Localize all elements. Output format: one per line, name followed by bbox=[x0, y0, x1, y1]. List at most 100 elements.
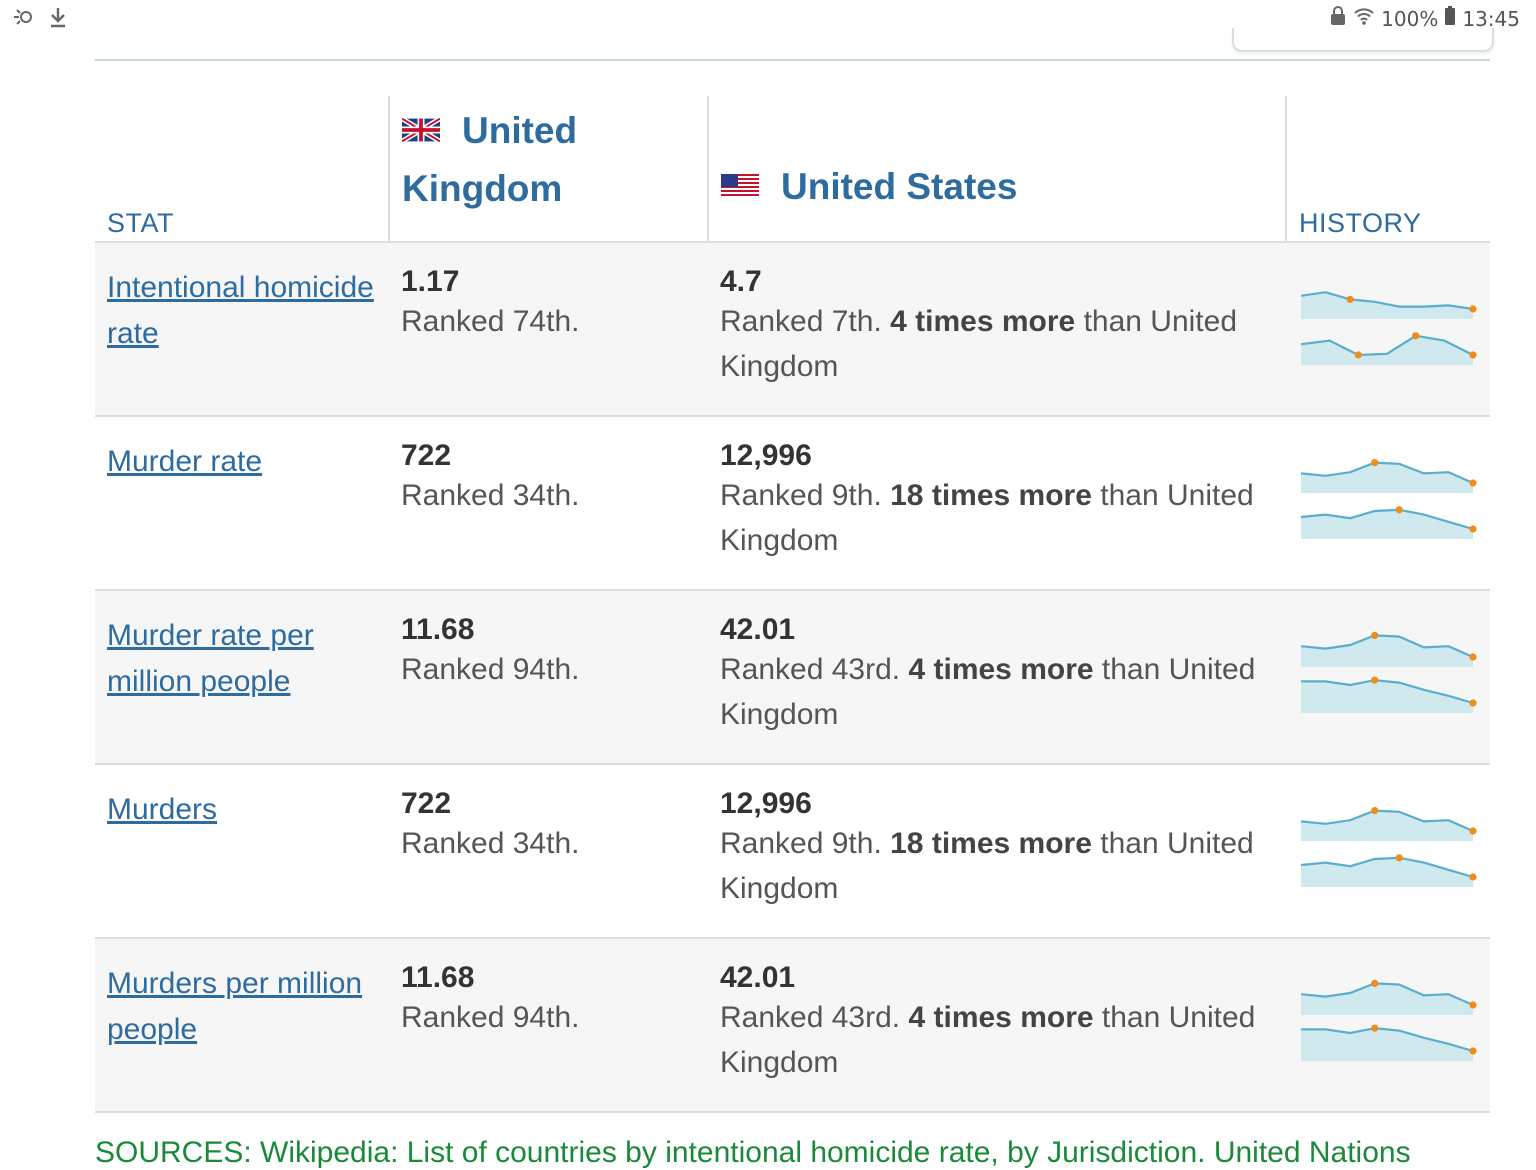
stat-link[interactable]: Murder rate per million people bbox=[107, 619, 314, 698]
country-a-value: 722 bbox=[401, 787, 452, 820]
country-b-rank-line: Ranked 43rd. 4 times more than United Ki… bbox=[720, 647, 1274, 737]
sparkline-point bbox=[1469, 699, 1477, 707]
sparkline-point bbox=[1469, 873, 1477, 881]
history-cell[interactable] bbox=[1286, 590, 1490, 765]
sparkline-point bbox=[1469, 1001, 1477, 1009]
sparkline-area bbox=[1301, 810, 1473, 841]
history-cell[interactable] bbox=[1286, 416, 1490, 591]
table-header-row: STAT United Kingdom United States HISTOR… bbox=[95, 96, 1490, 243]
country-a-cell: 11.68 Ranked 94th. bbox=[389, 590, 708, 765]
comparison-emphasis: 4 times more bbox=[908, 653, 1094, 686]
country-b-rank: Ranked 43rd. bbox=[720, 1001, 901, 1034]
stat-cell: Murder rate bbox=[95, 416, 389, 591]
sparkline-country-a[interactable] bbox=[1300, 455, 1478, 493]
header-country-b[interactable]: United States bbox=[707, 96, 1286, 243]
country-a-value: 11.68 bbox=[401, 961, 475, 994]
sparkline-svg bbox=[1301, 1024, 1477, 1061]
download-icon bbox=[48, 6, 68, 33]
clock: 13:45 bbox=[1462, 6, 1520, 31]
country-b-rank-line: Ranked 9th. 18 times more than United Ki… bbox=[720, 473, 1274, 563]
history-cell[interactable] bbox=[1286, 938, 1490, 1113]
sparkline-country-b[interactable] bbox=[1300, 501, 1478, 539]
table-row: Murder rate 722 Ranked 34th. 12,996 Rank… bbox=[95, 416, 1490, 591]
country-b-cell: 12,996 Ranked 9th. 18 times more than Un… bbox=[708, 764, 1286, 939]
sparkline-point bbox=[1346, 295, 1354, 303]
battery-level: 100% bbox=[1381, 6, 1439, 31]
country-a-rank: Ranked 74th. bbox=[401, 305, 580, 338]
header-stat: STAT bbox=[95, 96, 389, 243]
sparkline-country-a[interactable] bbox=[1300, 281, 1478, 319]
sparkline-point bbox=[1469, 305, 1477, 313]
sparkline-point bbox=[1371, 807, 1379, 815]
sparkline-svg bbox=[1300, 807, 1477, 841]
sparkline-svg bbox=[1300, 332, 1477, 365]
country-a-rank: Ranked 34th. bbox=[401, 479, 580, 512]
sources-line[interactable]: SOURCES: Wikipedia: List of countries by… bbox=[95, 1136, 1411, 1170]
us-flag-icon bbox=[721, 158, 759, 214]
sparkline-svg bbox=[1300, 459, 1477, 493]
country-b-cell: 42.01 Ranked 43rd. 4 times more than Uni… bbox=[708, 590, 1286, 765]
sparkline-point bbox=[1371, 676, 1379, 684]
stat-link[interactable]: Murders bbox=[107, 793, 217, 826]
country-b-value: 12,996 bbox=[720, 439, 812, 472]
sparkline-point bbox=[1469, 525, 1477, 533]
sparkline-country-a[interactable] bbox=[1300, 803, 1478, 841]
country-a-cell: 722 Ranked 34th. bbox=[389, 764, 708, 939]
country-b-cell: 12,996 Ranked 9th. 18 times more than Un… bbox=[708, 416, 1286, 591]
sparkline-point bbox=[1469, 1047, 1477, 1055]
country-b-rank-line: Ranked 7th. 4 times more than United Kin… bbox=[720, 299, 1274, 389]
sparkline-area bbox=[1301, 462, 1473, 493]
sparkline-country-b[interactable] bbox=[1300, 327, 1478, 365]
comparison-table: STAT United Kingdom United States HISTOR… bbox=[95, 96, 1490, 1113]
sparkline-area bbox=[1301, 635, 1473, 667]
sparkline-country-b[interactable] bbox=[1300, 849, 1478, 887]
history-cell[interactable] bbox=[1286, 242, 1490, 417]
sparkline-svg bbox=[1300, 631, 1477, 667]
sparkline-country-a[interactable] bbox=[1300, 977, 1478, 1015]
stat-cell: Murders bbox=[95, 764, 389, 939]
comparison-emphasis: 4 times more bbox=[890, 305, 1076, 338]
sparkline-point bbox=[1371, 631, 1379, 639]
stat-cell: Intentional homicide rate bbox=[95, 242, 389, 417]
stat-cell: Murders per million people bbox=[95, 938, 389, 1113]
floating-card-edge bbox=[1232, 28, 1494, 52]
country-a-value: 722 bbox=[401, 439, 452, 472]
country-a-rank: Ranked 94th. bbox=[401, 1001, 580, 1034]
comparison-emphasis: 18 times more bbox=[890, 479, 1092, 512]
sparkline-country-b[interactable] bbox=[1300, 675, 1478, 713]
country-b-name: United States bbox=[781, 165, 1018, 207]
sparkline-point bbox=[1469, 653, 1477, 661]
section-divider bbox=[95, 59, 1490, 61]
sparkline-point bbox=[1412, 332, 1420, 340]
table-row: Murders 722 Ranked 34th. 12,996 Ranked 9… bbox=[95, 764, 1490, 939]
sparkline-point bbox=[1371, 979, 1379, 987]
country-b-rank: Ranked 7th. bbox=[720, 305, 882, 338]
sparkline-point bbox=[1371, 1024, 1379, 1032]
country-b-rank-line: Ranked 9th. 18 times more than United Ki… bbox=[720, 821, 1274, 911]
sparkline-point bbox=[1395, 854, 1403, 862]
stat-link[interactable]: Intentional homicide rate bbox=[107, 271, 374, 350]
sparkline-point bbox=[1354, 351, 1362, 359]
sparkline-point bbox=[1469, 479, 1477, 487]
country-a-value: 1.17 bbox=[401, 265, 460, 298]
country-b-value: 12,996 bbox=[720, 787, 812, 820]
sparkline-country-a[interactable] bbox=[1300, 629, 1478, 667]
stat-link[interactable]: Murders per million people bbox=[107, 967, 362, 1046]
sparkline-point bbox=[1395, 506, 1403, 514]
country-b-value: 42.01 bbox=[720, 961, 796, 994]
sparkline-point bbox=[1469, 827, 1477, 835]
table-row: Intentional homicide rate 1.17 Ranked 74… bbox=[95, 242, 1490, 417]
stat-cell: Murder rate per million people bbox=[95, 590, 389, 765]
sparkline-svg bbox=[1300, 979, 1477, 1015]
stat-link[interactable]: Murder rate bbox=[107, 445, 262, 478]
header-country-a[interactable]: United Kingdom bbox=[388, 96, 708, 243]
history-cell[interactable] bbox=[1286, 764, 1490, 939]
notification-icon bbox=[12, 6, 38, 33]
table-row: Murders per million people 11.68 Ranked … bbox=[95, 938, 1490, 1113]
country-a-cell: 1.17 Ranked 74th. bbox=[389, 242, 708, 417]
sparkline-country-b[interactable] bbox=[1300, 1023, 1478, 1061]
sparkline-svg bbox=[1300, 506, 1477, 539]
comparison-emphasis: 4 times more bbox=[908, 1001, 1094, 1034]
country-b-rank-line: Ranked 43rd. 4 times more than United Ki… bbox=[720, 995, 1274, 1085]
country-b-rank: Ranked 43rd. bbox=[720, 653, 901, 686]
